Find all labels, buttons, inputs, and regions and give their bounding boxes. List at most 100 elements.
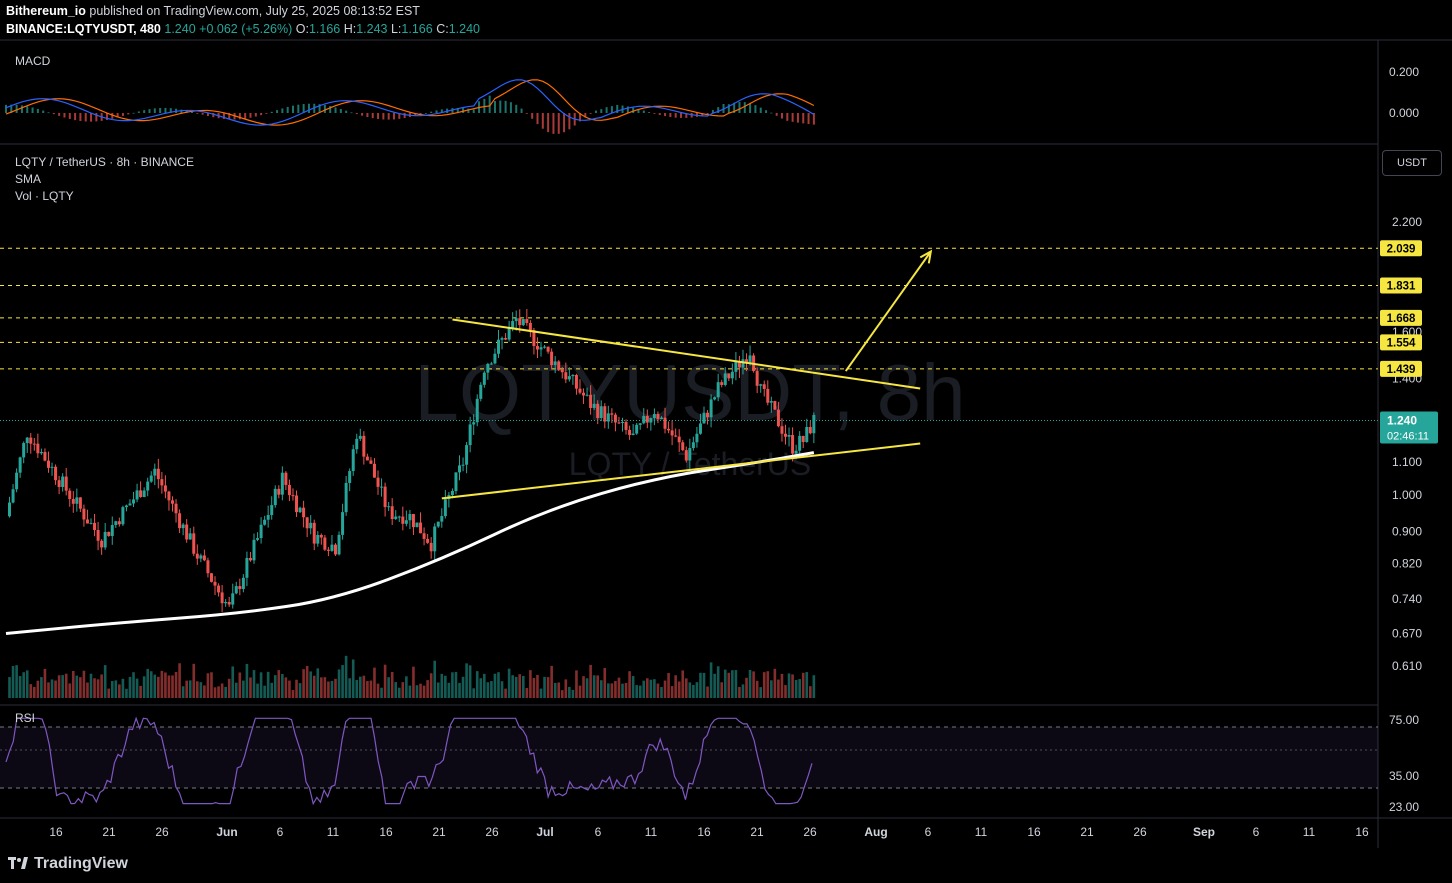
macd-histogram-bar <box>137 111 140 113</box>
volume-bar <box>684 678 688 698</box>
macd-histogram-bar <box>270 111 273 113</box>
candle-body <box>571 374 575 377</box>
volume-bar <box>599 680 603 698</box>
currency-button[interactable]: USDT <box>1382 150 1442 176</box>
publisher[interactable]: Bithereum_io <box>6 4 86 18</box>
h-value: 1.243 <box>356 22 388 36</box>
candle-body <box>468 424 472 446</box>
volume-bar <box>660 687 663 698</box>
volume-bar <box>25 670 29 698</box>
candle-body <box>628 429 632 435</box>
tradingview-logo[interactable]: TradingView <box>8 855 128 873</box>
rsi-label[interactable]: RSI <box>15 711 35 725</box>
volume-bar <box>157 676 160 698</box>
candle-body <box>114 521 118 526</box>
candle-body <box>769 401 773 403</box>
volume-bar <box>681 670 685 698</box>
candle-body <box>213 581 217 586</box>
candle-body <box>787 434 791 437</box>
macd-histogram-bar <box>79 113 82 121</box>
candle-body <box>266 515 270 520</box>
volume-bar <box>571 689 575 698</box>
candle-body <box>521 319 525 326</box>
candle-body <box>68 490 72 499</box>
volume-bar <box>71 670 75 698</box>
volume-bar <box>688 682 692 698</box>
rsi-tick-label: 75.00 <box>1389 713 1419 727</box>
candle-body <box>543 346 547 348</box>
macd-histogram-bar <box>743 102 746 113</box>
candle-body <box>681 442 685 451</box>
candle-body <box>146 481 150 491</box>
volume-bar <box>429 673 433 698</box>
macd-label[interactable]: MACD <box>15 54 50 68</box>
volume-bar <box>263 685 266 698</box>
candle-body <box>794 450 798 454</box>
volume-bar <box>178 663 181 698</box>
volume-bar <box>468 665 472 698</box>
main-title[interactable]: LQTY / TetherUS · 8h · BINANCE <box>15 155 194 169</box>
time-tick-label: 21 <box>102 825 116 839</box>
volume-bar <box>773 668 777 698</box>
volume-bar <box>656 683 660 698</box>
volume-bar <box>638 685 642 698</box>
candle-body <box>702 412 706 424</box>
candle-body <box>32 443 36 445</box>
volume-bar <box>135 678 139 698</box>
candle-body <box>57 480 61 487</box>
volume-bar <box>812 675 816 698</box>
macd-histogram-bar <box>759 107 762 113</box>
candle-body <box>723 373 727 385</box>
macd-histogram-bar <box>504 100 507 113</box>
candle-body <box>759 384 763 386</box>
candle-body <box>642 415 646 424</box>
time-tick-label: 16 <box>1027 825 1041 839</box>
volume-bar <box>153 674 157 698</box>
sma-label[interactable]: SMA <box>15 172 41 186</box>
volume-bar <box>43 668 47 698</box>
candle-body <box>656 414 660 420</box>
candle-body <box>635 424 639 434</box>
time-tick-label: 16 <box>49 825 63 839</box>
volume-bar <box>8 677 11 698</box>
candle-body <box>305 517 309 529</box>
macd-histogram-bar <box>807 113 810 125</box>
macd-histogram-bar <box>430 111 433 113</box>
macd-histogram-bar <box>5 104 7 113</box>
time-tick-label: 11 <box>975 825 988 839</box>
candle-body <box>500 338 504 340</box>
tradingview-logo-icon <box>8 857 28 869</box>
candle-body <box>698 423 702 434</box>
macd-histogram-bar <box>589 113 592 114</box>
macd-histogram-bar <box>297 104 300 113</box>
volume-bar <box>40 677 43 698</box>
candle-body <box>518 318 522 326</box>
candle-body <box>631 433 635 435</box>
volume-bar <box>284 677 288 698</box>
candle-body <box>348 471 352 483</box>
candle-body <box>337 534 341 555</box>
candle-body <box>224 601 228 604</box>
ohlc-line: BINANCE:LQTYUSDT, 480 1.240 +0.062 (+5.2… <box>6 22 480 36</box>
candle-body <box>85 519 89 524</box>
volume-bar <box>575 670 578 698</box>
candle-body <box>748 355 752 363</box>
l-value: 1.166 <box>401 22 433 36</box>
volume-bar <box>54 680 57 698</box>
macd-tick-label: 0.200 <box>1389 65 1419 79</box>
candle-body <box>776 409 780 427</box>
volume-bar <box>677 681 681 698</box>
volume-bar <box>344 655 348 698</box>
candle-body <box>514 318 518 322</box>
candle-body <box>8 502 12 517</box>
candle-body <box>454 472 458 492</box>
macd-histogram-bar <box>307 103 310 113</box>
volume-bar <box>422 685 426 698</box>
volume-bar <box>295 679 298 698</box>
volume-bar <box>695 682 699 698</box>
volume-bar <box>132 672 135 698</box>
level-tag-label: 1.554 <box>1387 337 1416 349</box>
candle-body <box>383 486 387 508</box>
volume-bar <box>234 682 238 698</box>
vol-label[interactable]: Vol · LQTY <box>15 189 74 203</box>
